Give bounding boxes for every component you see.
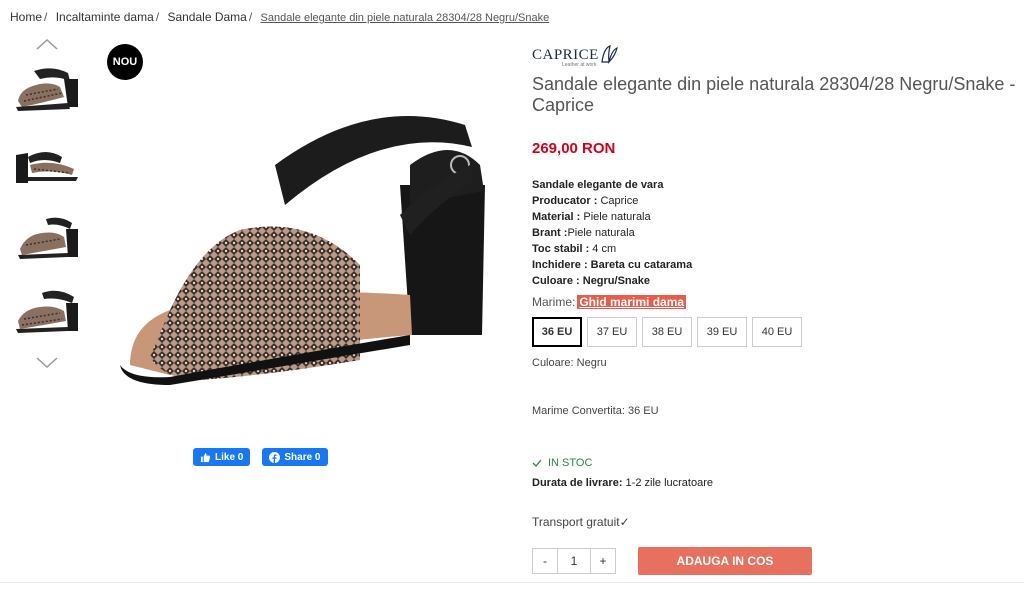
size-guide-link[interactable]: Ghid marimi dama: [577, 295, 687, 309]
breadcrumb-incaltaminte-dama[interactable]: Incaltaminte dama: [56, 10, 154, 24]
size-label: Marime:: [532, 295, 576, 309]
butterfly-icon: [601, 45, 618, 64]
size-option-36[interactable]: 36 EU: [532, 317, 582, 347]
spec-brant: Brant :Piele naturala: [532, 227, 635, 239]
qty-input[interactable]: 1: [557, 549, 591, 573]
breadcrumb-current[interactable]: Sandale elegante din piele naturala 2830…: [261, 12, 550, 24]
breadcrumb-separator: /: [248, 10, 253, 24]
delivery-value: 1-2 zile lucratoare: [625, 477, 713, 489]
spec-material: Material : Piele naturala: [532, 211, 651, 223]
new-badge: NOU: [107, 44, 143, 80]
specs-heading: Sandale elegante de vara: [532, 179, 664, 191]
converted-size: Marime Convertita: 36 EU: [532, 405, 659, 417]
spec-toc: Toc stabil : 4 cm: [532, 243, 617, 255]
product-price: 269,00 RON: [532, 140, 616, 157]
thumbnail-1[interactable]: [10, 56, 84, 118]
spec-producator: Producator : Caprice: [532, 195, 639, 207]
stock-status: IN STOC: [532, 457, 1022, 469]
spec-culoare: Culoare : Negru/Snake: [532, 275, 650, 287]
brand-logo[interactable]: CAPRICE: [532, 40, 1022, 64]
spec-inchidere: Inchidere : Bareta cu catarama: [532, 259, 693, 271]
facebook-like-button[interactable]: Like 0: [193, 448, 251, 466]
breadcrumb-home[interactable]: Home: [10, 10, 42, 24]
quantity-stepper: - 1 +: [532, 548, 616, 574]
size-option-40[interactable]: 40 EU: [752, 317, 802, 347]
thumbnail-gallery: [10, 34, 84, 374]
breadcrumb: Home / Incaltaminte dama / Sandale Dama / S…: [10, 10, 549, 24]
buy-row: - 1 + ADAUGA IN COS: [532, 547, 1022, 575]
product-info: CAPRICE Leather at work Sandale elegante…: [532, 40, 1022, 575]
thumbs-up-icon: [200, 452, 211, 462]
social-buttons: Like 0 Share 0: [193, 448, 328, 466]
product-specs: Sandale elegante de vara Producator : Ca…: [532, 177, 1022, 289]
thumbnail-3[interactable]: [10, 204, 84, 266]
size-options: 36 EU 37 EU 38 EU 39 EU 40 EU: [532, 317, 1022, 347]
delivery-label: Durata de livrare:: [532, 477, 623, 489]
facebook-share-button[interactable]: Share 0: [262, 448, 328, 466]
check-icon: [532, 459, 542, 467]
product-title: Sandale elegante din piele naturala 2830…: [532, 74, 1016, 115]
brand-tagline: Leather at work: [562, 62, 597, 68]
product-main-image[interactable]: [110, 95, 490, 395]
share-label: Share 0: [284, 451, 321, 463]
chevron-up-icon[interactable]: [10, 34, 84, 56]
size-row: Marime: Ghid marimi dama: [532, 295, 1022, 309]
delivery-info: Durata de livrare: 1-2 zile lucratoare: [532, 477, 1022, 489]
breadcrumb-separator: /: [44, 10, 48, 24]
color-line: Culoare: Negru: [532, 357, 607, 369]
bottom-divider: [0, 582, 1024, 583]
qty-minus-button[interactable]: -: [533, 549, 557, 573]
stock-label: IN STOC: [548, 457, 593, 469]
facebook-icon: [269, 451, 281, 463]
thumbnail-2[interactable]: [10, 130, 84, 192]
size-option-38[interactable]: 38 EU: [642, 317, 692, 347]
chevron-down-icon[interactable]: [10, 352, 84, 374]
add-to-cart-button[interactable]: ADAUGA IN COS: [638, 547, 812, 575]
size-option-39[interactable]: 39 EU: [697, 317, 747, 347]
free-transport: Transport gratuit✓: [532, 515, 630, 529]
breadcrumb-separator: /: [155, 10, 160, 24]
qty-plus-button[interactable]: +: [591, 549, 615, 573]
thumbnail-4[interactable]: [10, 278, 84, 340]
breadcrumb-sandale-dama[interactable]: Sandale Dama: [167, 10, 246, 24]
like-label: Like 0: [215, 451, 244, 463]
size-option-37[interactable]: 37 EU: [587, 317, 637, 347]
